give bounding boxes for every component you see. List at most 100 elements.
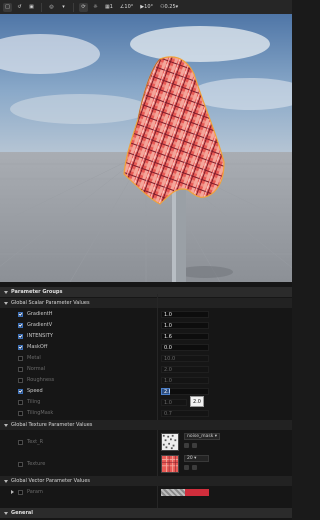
scalar-params-header[interactable]: Global Scalar Parameter Values: [0, 298, 292, 308]
scalar-row: Roughness 1.0: [0, 375, 292, 386]
param-name: Roughness: [27, 377, 55, 383]
globe-icon[interactable]: ◎: [47, 3, 56, 12]
scalar-row: GradientH 1.0: [0, 309, 292, 320]
override-checkbox[interactable]: [18, 312, 23, 317]
param-name: GradientV: [27, 322, 53, 328]
scalar-row: TilingMask 0.7: [0, 408, 292, 419]
texture-params-label: Global Texture Parameter Values: [11, 422, 93, 428]
texture-asset-dropdown[interactable]: 20 ▾: [184, 455, 209, 462]
browse-icon[interactable]: [184, 443, 189, 448]
scalar-params-label: Global Scalar Parameter Values: [11, 300, 90, 306]
3d-viewport[interactable]: [0, 14, 292, 282]
toolbar-divider: [41, 2, 42, 12]
vector-row: Param: [0, 487, 292, 498]
param-name: Texture: [27, 461, 46, 467]
param-value-field-rest[interactable]: [170, 388, 209, 395]
param-value-field[interactable]: 10.0: [161, 355, 209, 362]
value-tooltip: 2.0: [190, 396, 204, 407]
parameter-groups-label: Parameter Groups: [11, 289, 63, 295]
param-name: INTENSITY: [27, 333, 53, 339]
grid-snap-button[interactable]: ▦ 1: [103, 3, 115, 12]
override-checkbox[interactable]: [18, 411, 23, 416]
toolbar-divider: [73, 2, 74, 12]
chevron-down-icon: [4, 511, 8, 515]
param-value-field[interactable]: 0.7: [161, 410, 209, 417]
param-name: GradientH: [27, 311, 53, 317]
override-checkbox[interactable]: [18, 462, 23, 467]
chevron-down-icon: [4, 423, 8, 427]
zoom-button[interactable]: ⚇ 0.25 ▾: [158, 3, 180, 12]
vector-params-header[interactable]: Global Vector Parameter Values: [0, 476, 292, 486]
undo-icon[interactable]: ↺: [15, 3, 24, 12]
param-name: Tiling: [27, 399, 41, 405]
texture-asset-dropdown[interactable]: noise_mask ▾: [184, 433, 220, 440]
override-checkbox[interactable]: [18, 334, 23, 339]
browse-icon[interactable]: [184, 465, 189, 470]
param-value-field[interactable]: 1.0: [161, 377, 209, 384]
chevron-down-icon: [4, 479, 8, 483]
fov-value: 10°: [144, 4, 154, 10]
param-name: Metal: [27, 355, 41, 361]
scalar-row: Normal 2.0: [0, 364, 292, 375]
scalar-row: Metal 10.0: [0, 353, 292, 364]
param-value-field[interactable]: 1.0: [161, 311, 209, 318]
param-name: MaskOff: [27, 344, 48, 350]
general-header[interactable]: General: [0, 508, 292, 518]
folder-icon[interactable]: [192, 465, 197, 470]
scalar-row: INTENSITY 1.6: [0, 331, 292, 342]
texture-thumbnail[interactable]: [161, 433, 179, 451]
chevron-down-icon: ▾: [175, 4, 179, 10]
texture-params-header[interactable]: Global Texture Parameter Values: [0, 420, 292, 430]
scalar-row: MaskOff 0.0: [0, 342, 292, 353]
lighting-icon[interactable]: ☼: [91, 3, 100, 12]
texture-row: Text_R noise_mask ▾: [0, 432, 292, 454]
fov-button[interactable]: ▶ 10°: [138, 3, 155, 12]
chevron-right-icon[interactable]: [11, 490, 14, 494]
override-checkbox[interactable]: [18, 367, 23, 372]
zoom-value: 0.25: [164, 4, 176, 10]
select-icon[interactable]: □: [3, 2, 12, 12]
texture-row: Texture 20 ▾: [0, 454, 292, 476]
override-checkbox[interactable]: [18, 490, 23, 495]
param-name: Text_R: [27, 439, 44, 445]
scalar-row: GradientV 1.0: [0, 320, 292, 331]
texture-thumbnail[interactable]: [161, 455, 179, 473]
override-checkbox[interactable]: [18, 440, 23, 445]
override-checkbox[interactable]: [18, 323, 23, 328]
param-value-field[interactable]: 1.0: [161, 322, 209, 329]
override-checkbox[interactable]: [18, 389, 23, 394]
camera-icon[interactable]: ▣: [27, 3, 36, 12]
asset-name: noise_mask: [187, 434, 214, 439]
param-name: TilingMask: [27, 410, 54, 416]
folder-icon[interactable]: [192, 443, 197, 448]
override-checkbox[interactable]: [18, 345, 23, 350]
param-name: Normal: [27, 366, 46, 372]
general-label: General: [11, 510, 33, 516]
override-checkbox[interactable]: [18, 356, 23, 361]
chevron-down-icon: [4, 301, 8, 305]
param-value-field[interactable]: 2.0: [161, 366, 209, 373]
color-swatch-alpha[interactable]: [161, 489, 185, 496]
grid-value: 1: [109, 4, 113, 10]
chevron-down-icon: [4, 290, 8, 294]
viewport-scene: [0, 14, 292, 282]
param-name: Param: [27, 489, 43, 495]
override-checkbox[interactable]: [18, 400, 23, 405]
chevron-down-icon[interactable]: ▾: [59, 3, 68, 12]
asset-name: 20: [187, 456, 193, 461]
param-value-field[interactable]: 1.6: [161, 333, 209, 340]
angle-snap-button[interactable]: ∠ 10°: [118, 3, 135, 12]
param-value-field[interactable]: 1.0: [161, 399, 187, 406]
vector-params-label: Global Vector Parameter Values: [11, 478, 90, 484]
param-value-field[interactable]: 2.0: [161, 388, 172, 395]
parameter-groups-header[interactable]: Parameter Groups: [0, 287, 292, 297]
scalar-row: Tiling 1.0: [0, 397, 292, 408]
scalar-row: Speed 2.0: [0, 386, 292, 397]
param-name: Speed: [27, 388, 43, 394]
override-checkbox[interactable]: [18, 378, 23, 383]
viewport-toolbar: □ ↺ ▣ ◎ ▾ ⟳ ☼ ▦ 1 ∠ 10° ▶ 10° ⚇ 0.25 ▾: [0, 0, 292, 14]
color-swatch[interactable]: [185, 489, 209, 496]
param-value-field[interactable]: 0.0: [161, 344, 209, 351]
realtime-icon[interactable]: ⟳: [79, 2, 88, 12]
angle-value: 10°: [124, 4, 134, 10]
